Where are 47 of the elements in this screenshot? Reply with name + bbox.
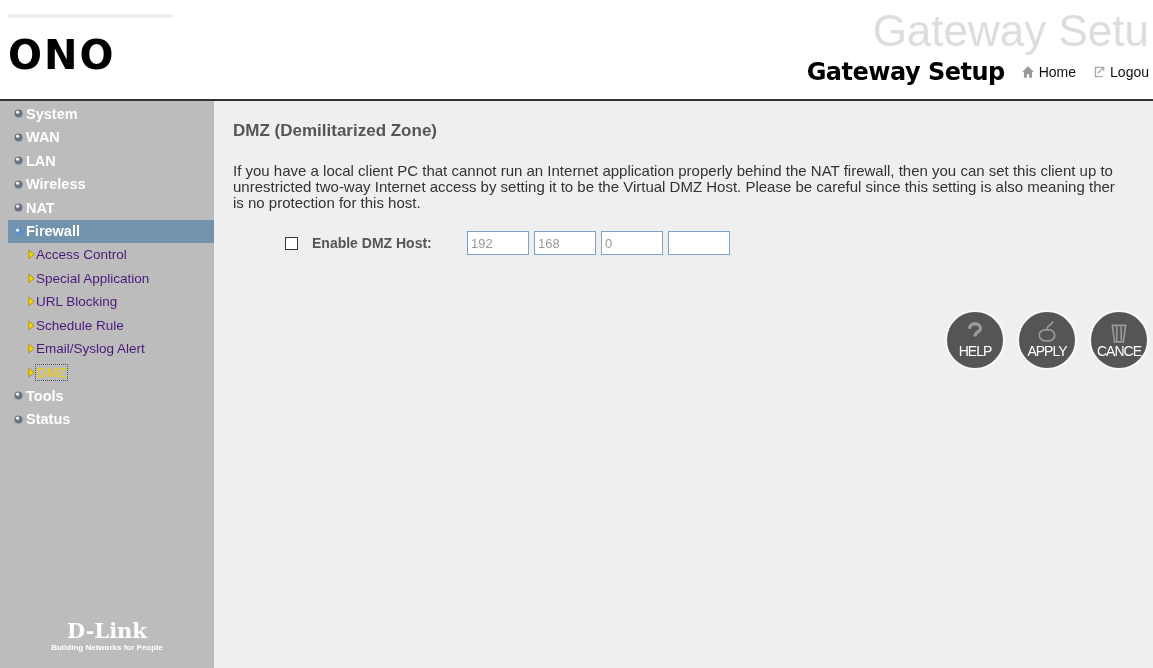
ip-field[interactable]: 192 — [467, 231, 529, 255]
checkbox-label: Enable DMZ Host: — [312, 235, 433, 251]
apply-button[interactable]: APPLY — [1017, 310, 1077, 370]
menu-item[interactable]: WAN — [0, 125, 214, 149]
ip-field[interactable]: 168 — [534, 231, 596, 255]
menu-item[interactable]: Tools — [0, 384, 214, 408]
menu-item[interactable]: Wireless — [0, 172, 214, 196]
triangle-icon — [28, 343, 35, 355]
triangle-icon — [28, 366, 35, 378]
menu-item[interactable]: Firewall — [8, 219, 214, 243]
brand-logo: D-Link — [67, 618, 147, 643]
menu-item[interactable]: System — [0, 102, 214, 126]
mouse-icon — [1036, 321, 1058, 343]
submenu-link[interactable]: URL Blocking — [35, 294, 119, 310]
bullet-icon — [14, 414, 23, 424]
bullet-icon — [14, 179, 23, 189]
ip-field[interactable]: 0 — [601, 231, 663, 255]
cancel-button[interactable]: CANCE — [1089, 310, 1149, 370]
menu-item[interactable]: NAT — [0, 196, 214, 220]
triangle-icon — [28, 272, 35, 284]
logo: ONO — [8, 32, 116, 78]
arrow-icon — [1092, 65, 1107, 79]
submenu-link[interactable]: Email/Syslog Alert — [35, 341, 146, 357]
triangle-icon — [28, 296, 35, 308]
submenu-link[interactable]: Special Application — [35, 270, 151, 286]
bullet-icon — [14, 391, 23, 401]
section-heading: DMZ (Demilitarized Zone) — [233, 121, 438, 141]
bullet-icon — [14, 203, 23, 213]
bullet-icon — [14, 132, 23, 142]
description: If you have a local client PC that cannot run an Internet application properly behind the NAT firewall, then you can set this client up to unrestricted two-way Internet access by setting it to be the Virtual DMZ Host. Please be careful since this setting is also meaning ther is no protection for this host. — [233, 163, 1116, 211]
submenu-link[interactable]: Access Control — [35, 247, 128, 263]
bullet-icon — [14, 226, 23, 236]
home-link[interactable]: Home — [1020, 64, 1077, 80]
checkbox[interactable] — [285, 236, 298, 250]
bullet-icon — [14, 109, 23, 119]
triangle-icon — [28, 319, 35, 331]
logout-link[interactable]: Logou — [1092, 64, 1149, 80]
house-icon — [1020, 65, 1035, 79]
submenu-link[interactable]: Schedule Rule — [35, 317, 125, 333]
brand-tagline: Building Networks for People — [51, 643, 163, 652]
page-title: Gateway Setup — [806, 58, 1005, 86]
menu-item[interactable]: LAN — [0, 149, 214, 173]
bullet-icon — [14, 156, 23, 166]
triangle-icon — [28, 249, 35, 261]
help-button[interactable]: HELP — [945, 310, 1005, 370]
ip-field[interactable] — [668, 231, 730, 255]
menu-item[interactable]: Status — [0, 407, 214, 431]
